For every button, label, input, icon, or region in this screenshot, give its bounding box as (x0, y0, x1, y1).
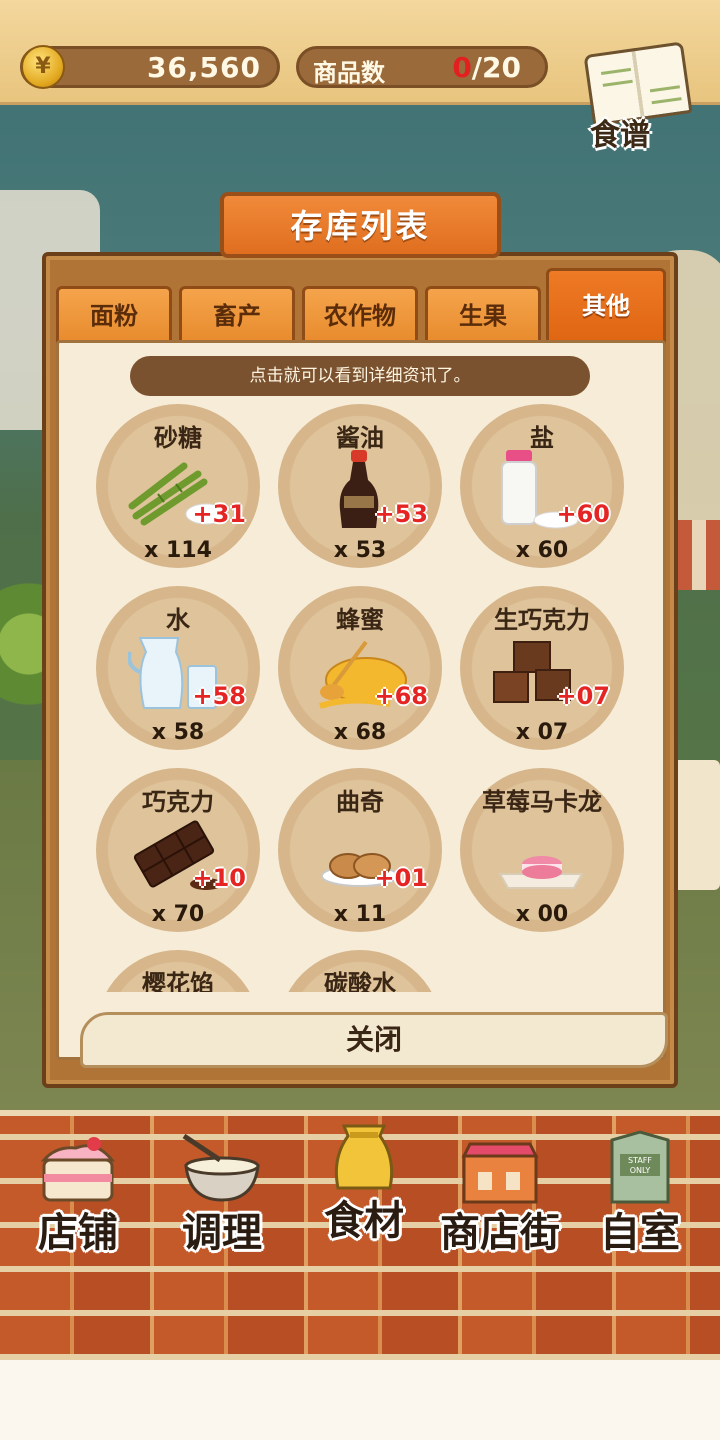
nav-ingredients[interactable]: 食材 (304, 1118, 424, 1248)
item-quantity: x 60 (515, 538, 569, 563)
inventory-item-strawberry-macaron[interactable]: 草莓马卡龙 x 00 (460, 768, 624, 938)
nav-shop[interactable]: 店铺 (18, 1130, 138, 1260)
cake-shop-icon (40, 1137, 116, 1202)
item-gain: +60 (556, 500, 610, 528)
tab-other[interactable]: 其他 (546, 268, 666, 344)
background-plant (0, 580, 48, 740)
shopping-street-icon (461, 1142, 539, 1204)
nav-label: 食材 (324, 1198, 404, 1244)
svg-text:ONLY: ONLY (630, 1166, 651, 1175)
item-quantity: x 58 (151, 720, 205, 745)
tab-crops[interactable]: 农作物 (302, 286, 418, 344)
recipe-label: 食谱 (590, 118, 650, 153)
item-name: 碳酸水 (324, 970, 396, 992)
item-name: 巧克力 (142, 788, 214, 816)
inventory-item-soda-water[interactable]: 碳酸水 (278, 950, 442, 992)
hint-banner: 点击就可以看到详细资讯了。 (130, 356, 590, 396)
item-quantity: x 07 (515, 720, 569, 745)
panel-title: 存库列表 (220, 192, 501, 258)
category-tabs: 面粉 畜产 农作物 生果 其他 (56, 268, 668, 344)
item-quantity: x 00 (515, 902, 569, 927)
tab-flour[interactable]: 面粉 (56, 286, 172, 344)
goods-label: 商品数 (313, 59, 385, 87)
inventory-item-sugar[interactable]: 砂糖 +31 x 114 (96, 404, 260, 574)
nav-label: 店铺 (38, 1210, 118, 1256)
item-quantity: x 68 (333, 720, 387, 745)
goods-count: 0/20 (452, 51, 521, 84)
inventory-grid[interactable]: 砂糖 +31 x 114 酱油 +53 x 53 盐 +60 x 60 水 +5… (60, 404, 664, 992)
item-quantity: x 70 (151, 902, 205, 927)
item-name: 蜂蜜 (336, 606, 384, 634)
mixing-bowl-icon (182, 1133, 260, 1202)
item-gain: +10 (192, 864, 246, 892)
item-gain: +07 (556, 682, 610, 710)
item-name: 生巧克力 (494, 606, 590, 634)
nav-cooking[interactable]: 调理 (162, 1130, 282, 1260)
item-name: 樱花馅 (142, 970, 214, 992)
item-name: 水 (166, 606, 190, 634)
svg-text:STAFF: STAFF (628, 1156, 652, 1165)
goods-counter: 商品数 0/20 (296, 46, 548, 88)
inventory-item-soy-sauce[interactable]: 酱油 +53 x 53 (278, 404, 442, 574)
tab-livestock[interactable]: 畜产 (179, 286, 295, 344)
item-gain: +68 (374, 682, 428, 710)
item-name: 砂糖 (154, 424, 202, 452)
nav-label: 调理 (182, 1210, 262, 1256)
item-quantity: x 114 (144, 538, 212, 563)
nav-label: 自室 (600, 1210, 680, 1256)
item-gain: +31 (192, 500, 246, 528)
nav-floor (0, 1360, 720, 1440)
nav-my-room[interactable]: STAFF ONLY 自室 (590, 1130, 690, 1260)
item-name: 草莓马卡龙 (482, 788, 602, 816)
inventory-item-sakura-paste[interactable]: 樱花馅 (96, 950, 260, 992)
item-gain: +01 (374, 864, 428, 892)
goods-max: /20 (471, 51, 521, 84)
item-gain: +53 (374, 500, 428, 528)
inventory-item-honey[interactable]: 蜂蜜 +68 x 68 (278, 586, 442, 756)
nav-label: 商店街 (440, 1210, 560, 1256)
recipe-book-button[interactable]: 食谱 (578, 40, 700, 153)
coin-amount: 36,560 (146, 51, 261, 84)
item-quantity: x 11 (333, 902, 387, 927)
inventory-item-chocolate[interactable]: 巧克力 +10 x 70 (96, 768, 260, 938)
strawberry-macaron-icon (498, 856, 584, 889)
item-name: 盐 (530, 424, 554, 452)
close-button[interactable]: 关闭 (80, 1012, 668, 1068)
coin-icon: ¥ (21, 45, 65, 89)
coin-counter: ¥ 36,560 (20, 45, 280, 89)
flour-sack-icon (334, 1124, 394, 1190)
inventory-item-salt[interactable]: 盐 +60 x 60 (460, 404, 624, 574)
inventory-item-water[interactable]: 水 +58 x 58 (96, 586, 260, 756)
tab-fruit[interactable]: 生果 (425, 286, 541, 344)
goods-current: 0 (452, 51, 472, 84)
item-name: 酱油 (336, 424, 384, 452)
item-gain: +58 (192, 682, 246, 710)
inventory-item-cookie[interactable]: 曲奇 +01 x 11 (278, 768, 442, 938)
inventory-item-raw-chocolate[interactable]: 生巧克力 +07 x 07 (460, 586, 624, 756)
item-quantity: x 53 (333, 538, 387, 563)
item-name: 曲奇 (336, 788, 384, 816)
staff-only-door-icon: STAFF ONLY (610, 1130, 670, 1204)
nav-shopping-street[interactable]: 商店街 (430, 1130, 570, 1260)
